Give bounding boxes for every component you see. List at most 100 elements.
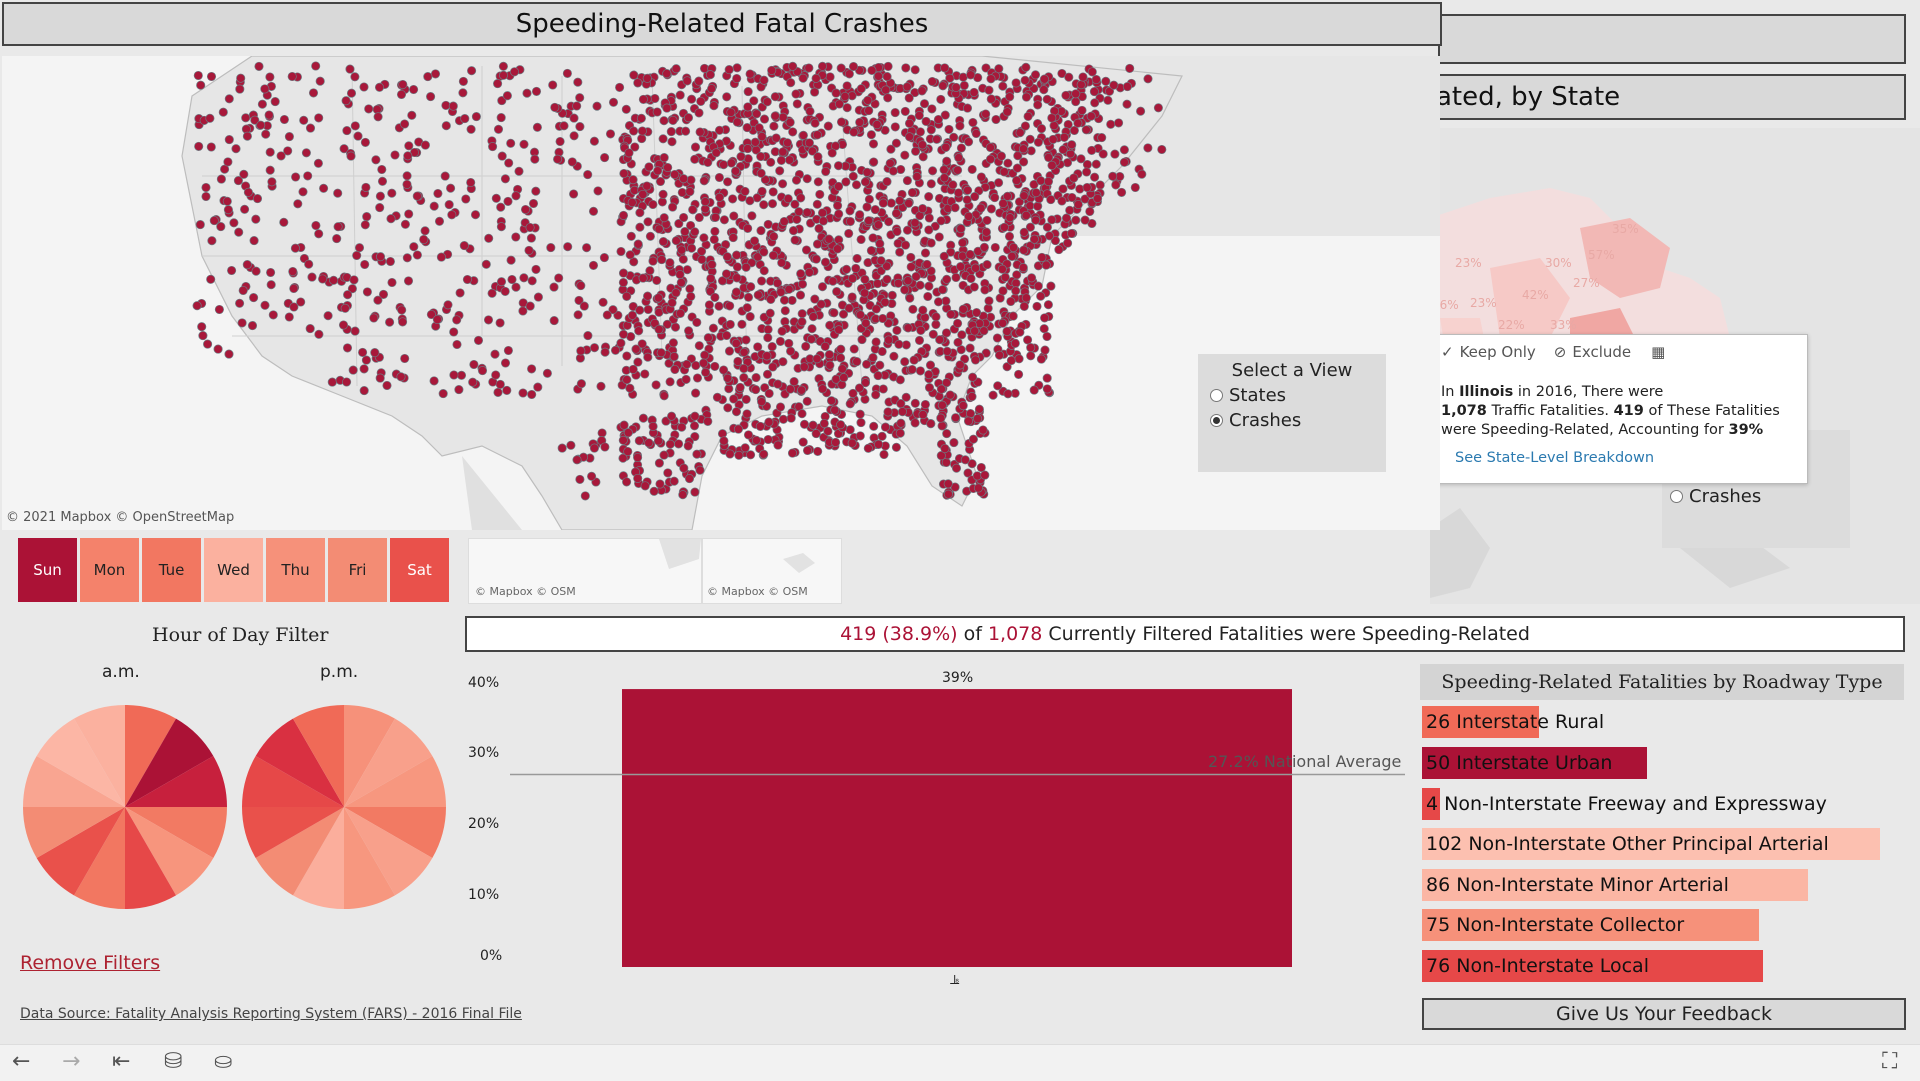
crash-point[interactable] xyxy=(350,121,360,131)
crash-point[interactable] xyxy=(806,334,816,344)
crash-point[interactable] xyxy=(743,292,754,302)
crash-point[interactable] xyxy=(802,174,812,184)
crash-point[interactable] xyxy=(663,162,673,173)
crash-point[interactable] xyxy=(773,440,783,450)
crash-point[interactable] xyxy=(1047,113,1057,123)
crash-point[interactable] xyxy=(360,137,370,147)
day-filter-sun[interactable]: Sun xyxy=(18,538,77,602)
crash-point[interactable] xyxy=(487,288,497,298)
crash-point[interactable] xyxy=(675,269,685,280)
crash-point[interactable] xyxy=(860,274,870,284)
crash-point[interactable] xyxy=(733,424,743,434)
day-filter-sat[interactable]: Sat xyxy=(390,538,449,602)
crash-point[interactable] xyxy=(857,335,867,345)
crash-point[interactable] xyxy=(346,88,357,98)
crash-point[interactable] xyxy=(496,113,506,123)
crash-point[interactable] xyxy=(820,341,830,351)
crash-point[interactable] xyxy=(679,212,689,223)
crash-point[interactable] xyxy=(409,242,419,252)
crash-point[interactable] xyxy=(1065,205,1075,215)
crash-point[interactable] xyxy=(224,349,234,359)
crash-point[interactable] xyxy=(739,347,749,357)
crash-point[interactable] xyxy=(496,277,507,287)
crash-point[interactable] xyxy=(746,282,756,292)
crash-point[interactable] xyxy=(224,94,234,104)
crash-point[interactable] xyxy=(891,138,901,148)
crash-point[interactable] xyxy=(618,277,628,288)
crash-point[interactable] xyxy=(299,115,309,125)
crash-point[interactable] xyxy=(346,151,356,161)
crash-point[interactable] xyxy=(904,132,915,142)
crash-point[interactable] xyxy=(456,370,467,380)
crash-point[interactable] xyxy=(902,225,913,235)
crash-point[interactable] xyxy=(990,193,1000,203)
crash-point[interactable] xyxy=(1029,234,1039,244)
crash-point[interactable] xyxy=(908,304,918,314)
crash-point[interactable] xyxy=(233,176,243,186)
crash-point[interactable] xyxy=(361,355,371,365)
crash-point[interactable] xyxy=(719,160,729,170)
crash-point[interactable] xyxy=(885,158,895,168)
crash-point[interactable] xyxy=(804,138,814,148)
crash-point[interactable] xyxy=(305,324,315,334)
crash-point[interactable] xyxy=(654,458,664,468)
crash-point[interactable] xyxy=(847,273,858,284)
crash-point[interactable] xyxy=(398,79,408,90)
crash-point[interactable] xyxy=(890,122,900,132)
crash-point[interactable] xyxy=(769,121,779,131)
crash-point[interactable] xyxy=(654,224,664,234)
crash-point[interactable] xyxy=(731,407,742,417)
crash-point[interactable] xyxy=(619,420,629,430)
crash-point[interactable] xyxy=(206,142,216,152)
crash-point[interactable] xyxy=(625,250,635,260)
crash-point[interactable] xyxy=(596,381,606,391)
crash-point[interactable] xyxy=(895,428,905,438)
crash-point[interactable] xyxy=(749,236,760,246)
crash-point[interactable] xyxy=(724,65,734,75)
crash-point[interactable] xyxy=(1122,99,1132,109)
crash-point[interactable] xyxy=(910,65,920,75)
crash-point[interactable] xyxy=(970,355,981,365)
crash-point[interactable] xyxy=(951,413,961,423)
crash-point[interactable] xyxy=(669,352,679,362)
crash-point[interactable] xyxy=(764,388,774,399)
crash-point[interactable] xyxy=(652,107,662,117)
crash-point[interactable] xyxy=(1030,70,1041,80)
crash-point[interactable] xyxy=(313,158,323,168)
crash-point[interactable] xyxy=(240,204,250,214)
crash-point[interactable] xyxy=(303,171,313,181)
crash-point[interactable] xyxy=(668,202,678,212)
crash-point[interactable] xyxy=(736,152,746,162)
crash-point[interactable] xyxy=(936,216,946,226)
crash-point[interactable] xyxy=(851,180,862,190)
crash-point[interactable] xyxy=(546,243,556,253)
crash-point[interactable] xyxy=(958,72,968,82)
crash-point[interactable] xyxy=(747,211,757,221)
crash-point[interactable] xyxy=(503,345,513,356)
crash-point[interactable] xyxy=(695,465,705,475)
crash-point[interactable] xyxy=(402,179,412,189)
crash-point[interactable] xyxy=(884,217,894,227)
crash-point[interactable] xyxy=(818,384,828,394)
crash-point[interactable] xyxy=(265,147,275,157)
crash-point[interactable] xyxy=(642,181,652,191)
crash-point[interactable] xyxy=(514,166,524,176)
crash-point[interactable] xyxy=(236,73,246,83)
crash-point[interactable] xyxy=(679,463,689,473)
view-data-icon[interactable]: ▦ xyxy=(1651,343,1665,361)
crash-point[interactable] xyxy=(193,70,203,81)
crash-point[interactable] xyxy=(911,271,921,282)
crash-point[interactable] xyxy=(569,131,579,141)
crash-point[interactable] xyxy=(931,312,941,322)
crash-point[interactable] xyxy=(759,75,769,85)
crash-point[interactable] xyxy=(924,213,934,223)
crash-point[interactable] xyxy=(695,127,705,137)
crash-point[interactable] xyxy=(855,409,865,419)
crash-point[interactable] xyxy=(323,311,333,321)
crash-point[interactable] xyxy=(1081,125,1091,135)
crash-point[interactable] xyxy=(670,169,680,180)
crash-point[interactable] xyxy=(580,491,590,501)
crash-point[interactable] xyxy=(795,290,806,300)
crash-point[interactable] xyxy=(628,175,638,185)
crash-point[interactable] xyxy=(708,323,718,333)
